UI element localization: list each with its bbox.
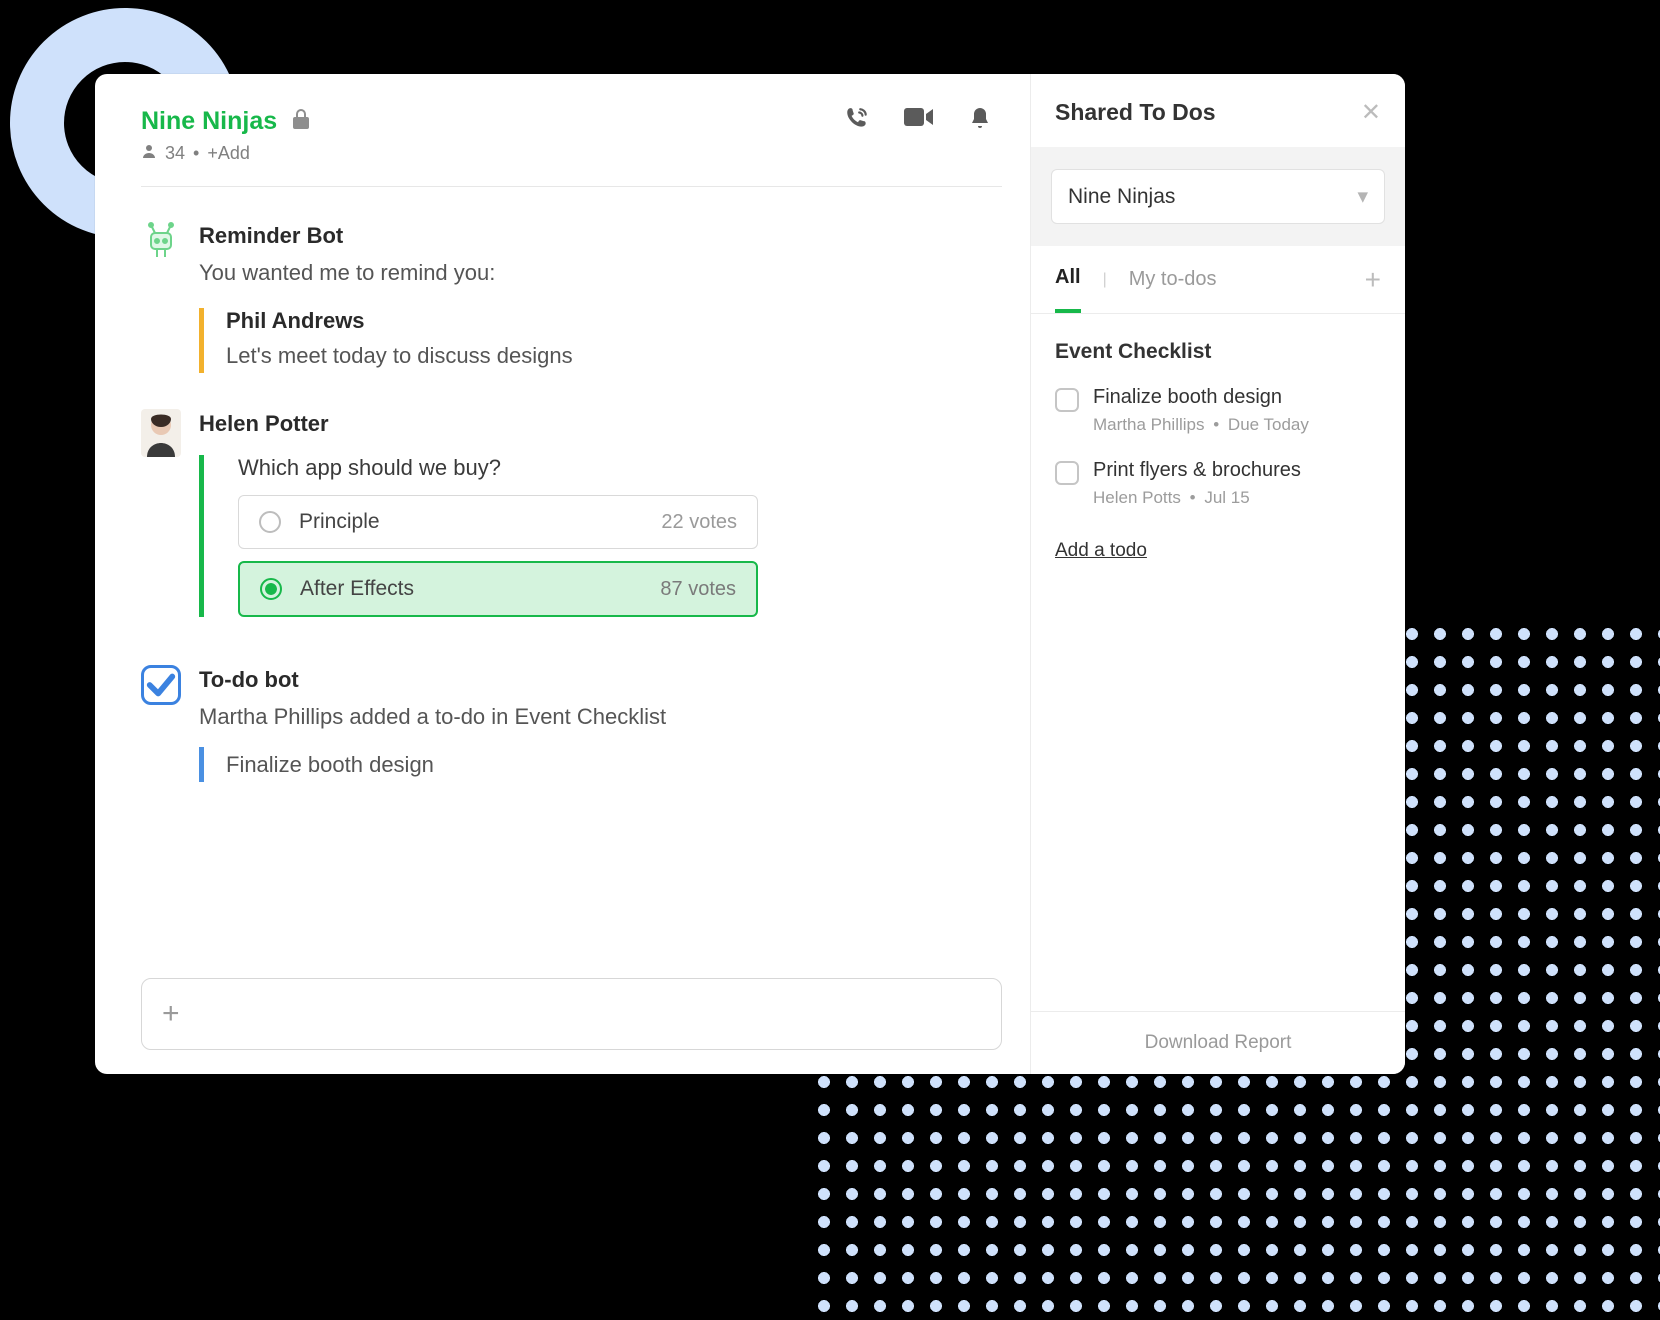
poll-option-after-effects[interactable]: After Effects 87 votes bbox=[238, 561, 758, 617]
user-avatar bbox=[141, 409, 181, 457]
todo-item[interactable]: Print flyers & brochures Helen Potts • J… bbox=[1055, 459, 1381, 508]
checkbox-icon[interactable] bbox=[1055, 388, 1079, 412]
sender-name: Helen Potter bbox=[199, 411, 1002, 437]
quote-text: Let's meet today to discuss designs bbox=[226, 338, 1002, 373]
radio-icon bbox=[260, 578, 282, 600]
channel-name[interactable]: Nine Ninjas bbox=[141, 107, 277, 136]
poll-option-label: After Effects bbox=[300, 577, 414, 601]
todo-owner: Helen Potts bbox=[1093, 488, 1181, 507]
sender-name: To-do bot bbox=[199, 667, 1002, 693]
todo-title: Finalize booth design bbox=[1093, 386, 1309, 409]
header-actions bbox=[844, 106, 1002, 137]
todo-due: Due Today bbox=[1228, 415, 1309, 434]
todo-due: Jul 15 bbox=[1204, 488, 1249, 507]
panel-tabs: All | My to-dos + bbox=[1031, 246, 1405, 314]
download-report-link[interactable]: Download Report bbox=[1031, 1011, 1405, 1074]
dropdown-value: Nine Ninjas bbox=[1068, 185, 1175, 209]
main-column: Nine Ninjas 34 • +Add bbox=[95, 74, 1030, 1074]
audio-call-icon[interactable] bbox=[844, 106, 870, 137]
quote-text: Finalize booth design bbox=[226, 747, 1002, 782]
message-text: Martha Phillips added a to-do in Event C… bbox=[199, 699, 1002, 734]
add-todo-link[interactable]: Add a todo bbox=[1055, 540, 1147, 562]
message-composer[interactable]: + bbox=[141, 978, 1002, 1050]
video-call-icon[interactable] bbox=[904, 106, 934, 137]
todo-quote: Finalize booth design bbox=[199, 747, 1002, 782]
todo-item[interactable]: Finalize booth design Martha Phillips • … bbox=[1055, 386, 1381, 435]
add-tab-icon[interactable]: + bbox=[1365, 264, 1381, 296]
member-count[interactable]: 34 bbox=[165, 143, 185, 164]
channel-header: Nine Ninjas bbox=[141, 106, 1002, 137]
message-body: Reminder Bot You wanted me to remind you… bbox=[199, 221, 1002, 373]
message-todo-bot: To-do bot Martha Phillips added a to-do … bbox=[141, 665, 1002, 781]
tab-all[interactable]: All bbox=[1055, 246, 1081, 313]
lock-icon bbox=[291, 108, 311, 135]
todo-title: Print flyers & brochures bbox=[1093, 459, 1301, 482]
todo-list-title: Event Checklist bbox=[1055, 340, 1381, 364]
poll-votes: 87 votes bbox=[660, 578, 736, 601]
quote-author: Phil Andrews bbox=[226, 308, 1002, 334]
sender-name: Reminder Bot bbox=[199, 223, 1002, 249]
channel-dropdown[interactable]: Nine Ninjas ▾ bbox=[1051, 169, 1385, 224]
poll-option-label: Principle bbox=[299, 510, 380, 534]
reminder-bot-avatar bbox=[141, 221, 181, 261]
tab-my-todos[interactable]: My to-dos bbox=[1129, 248, 1217, 311]
poll-container: Which app should we buy? Principle 22 vo… bbox=[199, 455, 1002, 617]
message-body: Helen Potter Which app should we buy? Pr… bbox=[199, 409, 1002, 629]
todos-panel: Shared To Dos ✕ Nine Ninjas ▾ All | My t… bbox=[1030, 74, 1405, 1074]
person-icon bbox=[141, 143, 157, 164]
todo-body: Finalize booth design Martha Phillips • … bbox=[1093, 386, 1309, 435]
todo-list: Event Checklist Finalize booth design Ma… bbox=[1031, 314, 1405, 588]
chevron-down-icon: ▾ bbox=[1357, 184, 1368, 209]
panel-dropdown-section: Nine Ninjas ▾ bbox=[1031, 147, 1405, 246]
poll-votes: 22 votes bbox=[661, 511, 737, 534]
message-text: You wanted me to remind you: bbox=[199, 255, 1002, 290]
radio-icon bbox=[259, 511, 281, 533]
todo-bot-avatar bbox=[141, 665, 181, 705]
todo-meta: Helen Potts • Jul 15 bbox=[1093, 488, 1301, 508]
reminder-quote: Phil Andrews Let's meet today to discuss… bbox=[199, 308, 1002, 373]
tab-divider: | bbox=[1103, 271, 1107, 289]
dot-separator: • bbox=[1190, 488, 1196, 507]
todo-meta: Martha Phillips • Due Today bbox=[1093, 415, 1309, 435]
bell-icon[interactable] bbox=[968, 106, 992, 137]
checkbox-icon[interactable] bbox=[1055, 461, 1079, 485]
panel-title: Shared To Dos bbox=[1055, 99, 1216, 126]
close-icon[interactable]: ✕ bbox=[1361, 98, 1381, 127]
plus-icon[interactable]: + bbox=[162, 997, 180, 1030]
dot-separator: • bbox=[1213, 415, 1219, 434]
header-divider bbox=[141, 186, 1002, 187]
message-body: To-do bot Martha Phillips added a to-do … bbox=[199, 665, 1002, 781]
add-member-link[interactable]: +Add bbox=[207, 143, 250, 164]
message-poll: Helen Potter Which app should we buy? Pr… bbox=[141, 409, 1002, 629]
panel-header: Shared To Dos ✕ bbox=[1031, 74, 1405, 147]
todo-body: Print flyers & brochures Helen Potts • J… bbox=[1093, 459, 1301, 508]
poll-option-principle[interactable]: Principle 22 votes bbox=[238, 495, 758, 549]
todo-owner: Martha Phillips bbox=[1093, 415, 1205, 434]
poll-question: Which app should we buy? bbox=[238, 455, 1002, 481]
dot-separator: • bbox=[193, 143, 199, 164]
app-window: Nine Ninjas 34 • +Add bbox=[95, 74, 1405, 1074]
message-reminder-bot: Reminder Bot You wanted me to remind you… bbox=[141, 221, 1002, 373]
channel-sub-row: 34 • +Add bbox=[141, 143, 1002, 164]
